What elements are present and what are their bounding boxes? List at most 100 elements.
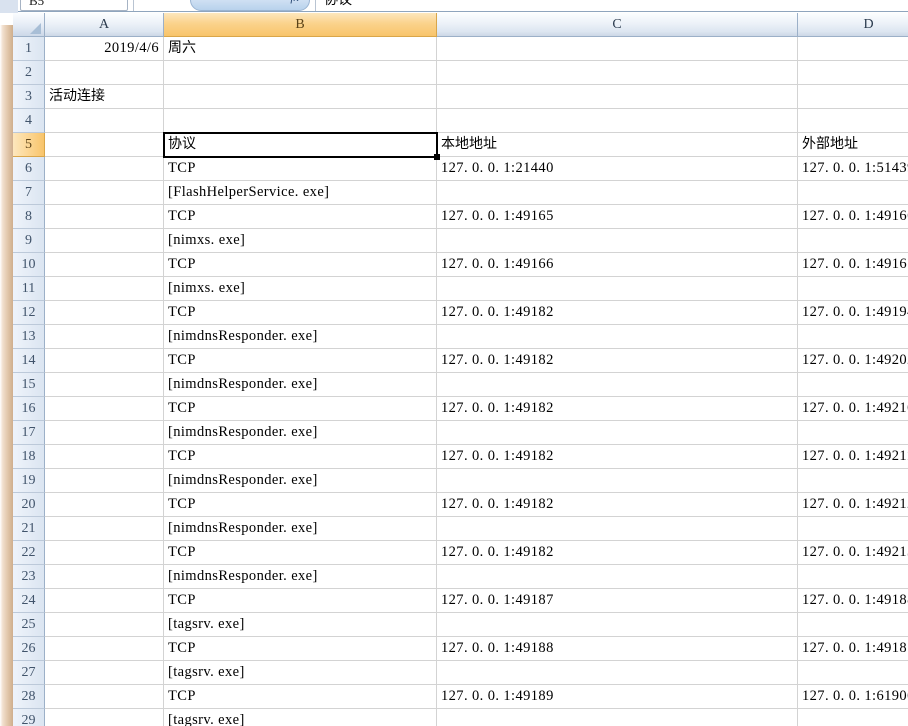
cell-D8[interactable]: 127. 0. 0. 1:49166 (798, 205, 908, 229)
cell-B13[interactable]: [nimdnsResponder. exe] (164, 325, 437, 349)
cell-D6[interactable]: 127. 0. 0. 1:51439 (798, 157, 908, 181)
cell-B21[interactable]: [nimdnsResponder. exe] (164, 517, 437, 541)
cell-B4[interactable] (164, 109, 437, 133)
cell-B14[interactable]: TCP (164, 349, 437, 373)
cell-A22[interactable] (45, 541, 164, 565)
name-box[interactable]: B5 (20, 0, 128, 11)
cell-C21[interactable] (437, 517, 798, 541)
cell-A26[interactable] (45, 637, 164, 661)
cell-B1[interactable]: 周六 (164, 37, 437, 61)
cell-D2[interactable] (798, 61, 908, 85)
cell-A23[interactable] (45, 565, 164, 589)
cell-B25[interactable]: [tagsrv. exe] (164, 613, 437, 637)
cell-A17[interactable] (45, 421, 164, 445)
cell-A19[interactable] (45, 469, 164, 493)
cell-C29[interactable] (437, 709, 798, 726)
cell-B23[interactable]: [nimdnsResponder. exe] (164, 565, 437, 589)
cell-D29[interactable] (798, 709, 908, 726)
cell-C9[interactable] (437, 229, 798, 253)
cell-B26[interactable]: TCP (164, 637, 437, 661)
row-header-17[interactable]: 17 (13, 421, 45, 445)
cell-C28[interactable]: 127. 0. 0. 1:49189 (437, 685, 798, 709)
cell-A29[interactable] (45, 709, 164, 726)
row-header-21[interactable]: 21 (13, 517, 45, 541)
row-header-19[interactable]: 19 (13, 469, 45, 493)
cell-A27[interactable] (45, 661, 164, 685)
cell-C5[interactable]: 本地地址 (437, 133, 798, 157)
cell-B12[interactable]: TCP (164, 301, 437, 325)
row-header-29[interactable]: 29 (13, 709, 45, 726)
row-header-23[interactable]: 23 (13, 565, 45, 589)
cell-D3[interactable] (798, 85, 908, 109)
insert-function-button[interactable]: fx (190, 0, 310, 11)
cell-B10[interactable]: TCP (164, 253, 437, 277)
cell-D28[interactable]: 127. 0. 0. 1:61900 (798, 685, 908, 709)
column-header-d[interactable]: D (798, 13, 908, 37)
cell-C4[interactable] (437, 109, 798, 133)
cell-B20[interactable]: TCP (164, 493, 437, 517)
cell-A10[interactable] (45, 253, 164, 277)
cell-C2[interactable] (437, 61, 798, 85)
row-header-4[interactable]: 4 (13, 109, 45, 133)
cell-C13[interactable] (437, 325, 798, 349)
cell-A18[interactable] (45, 445, 164, 469)
column-header-c[interactable]: C (437, 13, 798, 37)
cell-A15[interactable] (45, 373, 164, 397)
cell-D24[interactable]: 127. 0. 0. 1:49188 (798, 589, 908, 613)
cell-D19[interactable] (798, 469, 908, 493)
cell-C12[interactable]: 127. 0. 0. 1:49182 (437, 301, 798, 325)
row-header-3[interactable]: 3 (13, 85, 45, 109)
cell-C3[interactable] (437, 85, 798, 109)
row-header-20[interactable]: 20 (13, 493, 45, 517)
cell-B16[interactable]: TCP (164, 397, 437, 421)
cell-D7[interactable] (798, 181, 908, 205)
row-header-8[interactable]: 8 (13, 205, 45, 229)
cell-D18[interactable]: 127. 0. 0. 1:49211 (798, 445, 908, 469)
row-header-13[interactable]: 13 (13, 325, 45, 349)
formula-bar-input[interactable]: 协议 (324, 0, 352, 11)
cell-B7[interactable]: [FlashHelperService. exe] (164, 181, 437, 205)
cell-C24[interactable]: 127. 0. 0. 1:49187 (437, 589, 798, 613)
row-header-22[interactable]: 22 (13, 541, 45, 565)
row-header-6[interactable]: 6 (13, 157, 45, 181)
cell-C6[interactable]: 127. 0. 0. 1:21440 (437, 157, 798, 181)
cell-D10[interactable]: 127. 0. 0. 1:49165 (798, 253, 908, 277)
cell-D5[interactable]: 外部地址 (798, 133, 908, 157)
cells-area[interactable]: 2019/4/6 周六 活动连接 协议 本地地址 外部地址 TCP 127. 0. 0. 1:… (45, 37, 908, 726)
cell-B18[interactable]: TCP (164, 445, 437, 469)
row-header-15[interactable]: 15 (13, 373, 45, 397)
cell-A21[interactable] (45, 517, 164, 541)
cell-D26[interactable]: 127. 0. 0. 1:49187 (798, 637, 908, 661)
cell-A25[interactable] (45, 613, 164, 637)
row-header-24[interactable]: 24 (13, 589, 45, 613)
cell-D20[interactable]: 127. 0. 0. 1:49212 (798, 493, 908, 517)
cell-B3[interactable] (164, 85, 437, 109)
cell-C19[interactable] (437, 469, 798, 493)
cell-B22[interactable]: TCP (164, 541, 437, 565)
cell-C20[interactable]: 127. 0. 0. 1:49182 (437, 493, 798, 517)
cell-A11[interactable] (45, 277, 164, 301)
cell-C14[interactable]: 127. 0. 0. 1:49182 (437, 349, 798, 373)
cell-D25[interactable] (798, 613, 908, 637)
row-header-10[interactable]: 10 (13, 253, 45, 277)
cell-C17[interactable] (437, 421, 798, 445)
cell-B2[interactable] (164, 61, 437, 85)
row-header-26[interactable]: 26 (13, 637, 45, 661)
fill-handle[interactable] (434, 154, 440, 160)
cell-D27[interactable] (798, 661, 908, 685)
cell-A5[interactable] (45, 133, 164, 157)
column-header-b[interactable]: B (164, 13, 437, 37)
column-header-a[interactable]: A (45, 13, 164, 37)
cell-A14[interactable] (45, 349, 164, 373)
cell-C8[interactable]: 127. 0. 0. 1:49165 (437, 205, 798, 229)
cell-B29[interactable]: [tagsrv. exe] (164, 709, 437, 726)
cell-D9[interactable] (798, 229, 908, 253)
cell-D15[interactable] (798, 373, 908, 397)
cell-C25[interactable] (437, 613, 798, 637)
cell-B6[interactable]: TCP (164, 157, 437, 181)
row-header-14[interactable]: 14 (13, 349, 45, 373)
cell-B17[interactable]: [nimdnsResponder. exe] (164, 421, 437, 445)
cell-D23[interactable] (798, 565, 908, 589)
cell-C1[interactable] (437, 37, 798, 61)
cell-A9[interactable] (45, 229, 164, 253)
